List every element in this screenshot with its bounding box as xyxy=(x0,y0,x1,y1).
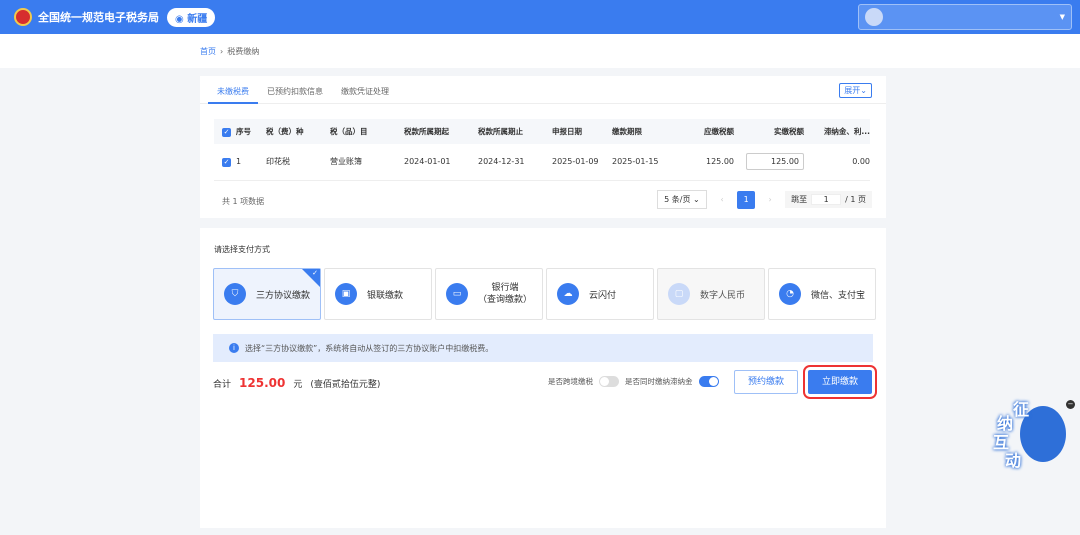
card-icon: ▣ xyxy=(335,283,357,305)
col-header: 序号 xyxy=(236,119,266,144)
col-header: 税（品）目 xyxy=(330,119,404,144)
cross-region-toggle[interactable] xyxy=(599,376,619,387)
row-checkbox[interactable]: ✓ xyxy=(222,157,231,167)
cell: 1 xyxy=(236,144,266,181)
page-button[interactable]: 1 xyxy=(737,190,756,209)
breadcrumb-home[interactable]: 首页 xyxy=(200,47,216,56)
page-size-label: 5 条/页 xyxy=(664,195,691,204)
tax-emblem-logo xyxy=(14,8,32,26)
mascot-char: 征 xyxy=(1013,400,1030,419)
unpaid-panel: 未缴税费 已预约扣款信息 缴款凭证处理 展开⌄ ✓ 序号 税（费）种 税（品）目… xyxy=(200,76,886,218)
col-header: 实缴税额 xyxy=(734,119,804,144)
chevron-down-icon: ▼ xyxy=(1059,13,1065,21)
avatar xyxy=(865,8,883,26)
method-unionpay[interactable]: ▣ 银联缴款 xyxy=(324,268,432,320)
payment-label: 请选择支付方式 xyxy=(214,245,270,254)
breadcrumb: 首页 › 税费缴纳 xyxy=(0,34,1080,68)
mascot-char: 动 xyxy=(1005,451,1022,470)
method-label: 微信、支付宝 xyxy=(811,290,866,301)
col-header[interactable]: 税款所属期起 xyxy=(404,119,478,144)
total-count: 共 1 项数据 xyxy=(222,197,265,206)
total-amount: 125.00 xyxy=(239,376,286,390)
cell: 2024-12-31 xyxy=(478,144,552,181)
col-header: 滞纳金、利... xyxy=(804,119,870,144)
check-icon: ✓ xyxy=(312,269,318,277)
expand-label: 展开 xyxy=(844,86,861,95)
info-icon: i xyxy=(229,343,239,353)
total-label: 合计 xyxy=(213,379,232,390)
top-bar: 全国统一规范电子税务局 ◉ 新疆 ▼ xyxy=(0,0,1080,34)
tab-reserved[interactable]: 已预约扣款信息 xyxy=(258,76,332,104)
expand-button[interactable]: 展开⌄ xyxy=(839,83,872,98)
pay-now-button[interactable]: 立即缴款 xyxy=(803,365,877,399)
method-ecny[interactable]: ▢ 数字人民币 xyxy=(657,268,765,320)
method-tripartite[interactable]: ⛉ 三方协议缴款 ✓ xyxy=(213,268,321,320)
method-wechat-alipay[interactable]: ◔ 微信、支付宝 xyxy=(768,268,876,320)
jump-label: 跳至 xyxy=(791,195,808,204)
minimize-icon[interactable]: − xyxy=(1066,400,1075,409)
cell: 营业账簿 xyxy=(330,144,404,181)
method-label: 三方协议缴款 xyxy=(256,290,311,301)
total-unit: 元 xyxy=(293,379,303,390)
app-title: 全国统一规范电子税务局 xyxy=(38,11,159,24)
cloud-icon: ☁ xyxy=(557,283,579,305)
cell: 印花税 xyxy=(266,144,330,181)
method-label: 银行端 xyxy=(491,283,519,293)
cell: 2025-01-09 xyxy=(552,144,612,181)
prev-page-button[interactable]: ‹ xyxy=(713,191,731,209)
select-all-checkbox[interactable]: ✓ xyxy=(222,127,231,137)
col-header: 税（费）种 xyxy=(266,119,330,144)
payment-panel: 请选择支付方式 ⛉ 三方协议缴款 ✓ ▣ 银联缴款 ▭ 银行端 （查询缴款） ☁ 云闪付 ▢… xyxy=(200,228,886,528)
method-label: 银联缴款 xyxy=(367,290,404,301)
info-text: 选择“三方协议缴款”，系统将自动从签订的三方协议账户中扣缴税费。 xyxy=(245,343,494,353)
info-banner: i 选择“三方协议缴款”，系统将自动从签订的三方协议账户中扣缴税费。 xyxy=(213,334,873,362)
ecny-icon: ▢ xyxy=(668,283,690,305)
method-sub: （查询缴款） xyxy=(478,295,533,305)
region-label: 新疆 xyxy=(187,13,208,25)
wallet-icon: ▭ xyxy=(446,283,468,305)
wechat-alipay-icon: ◔ xyxy=(779,283,801,305)
region-selector[interactable]: ◉ 新疆 xyxy=(167,7,216,27)
page-total: / 1 页 xyxy=(845,195,866,204)
tab-unpaid[interactable]: 未缴税费 xyxy=(208,76,258,104)
late-fee-label: 是否同时缴纳滞纳金 xyxy=(625,377,693,386)
total-summary: 合计 125.00 元 (壹佰贰拾伍元整) xyxy=(213,376,380,390)
col-header[interactable]: 税款所属期止 xyxy=(478,119,552,144)
method-label: 云闪付 xyxy=(589,290,617,301)
page-size-select[interactable]: 5 条/页 ⌄ xyxy=(657,190,708,209)
cross-region-label: 是否跨境缴税 xyxy=(548,377,593,386)
method-bank[interactable]: ▭ 银行端 （查询缴款） xyxy=(435,268,543,320)
shield-icon: ⛉ xyxy=(224,283,246,305)
cell: 125.00 xyxy=(682,144,734,181)
tax-table: ✓ 序号 税（费）种 税（品）目 税款所属期起 税款所属期止 申报日期 缴款期限… xyxy=(214,119,870,181)
interaction-mascot[interactable]: 征 纳 互 动 xyxy=(985,398,1067,470)
total-text: (壹佰贰拾伍元整) xyxy=(310,379,381,390)
table-row: ✓ 1 印花税 营业账簿 2024-01-01 2024-12-31 2025-… xyxy=(214,144,870,181)
reserve-payment-button[interactable]: 预约缴款 xyxy=(734,370,798,394)
method-quickpass[interactable]: ☁ 云闪付 xyxy=(546,268,654,320)
col-header[interactable]: 申报日期 xyxy=(552,119,612,144)
tab-voucher[interactable]: 缴款凭证处理 xyxy=(332,76,398,104)
late-fee-toggle[interactable] xyxy=(698,376,719,387)
cell: 2024-01-01 xyxy=(404,144,478,181)
jump-input[interactable]: 1 xyxy=(811,194,842,205)
cell: 2025-01-15 xyxy=(612,144,682,181)
method-label: 数字人民币 xyxy=(700,290,746,301)
pagination: 5 条/页 ⌄ ‹ 1 › 跳至 1/ 1 页 xyxy=(657,190,872,209)
col-header: 应缴税额 xyxy=(682,119,734,144)
actual-amount-input[interactable]: 125.00 xyxy=(746,153,804,171)
col-header[interactable]: 缴款期限 xyxy=(612,119,682,144)
breadcrumb-current: 税费缴纳 xyxy=(227,47,260,56)
user-menu[interactable]: ▼ xyxy=(858,4,1072,30)
next-page-button[interactable]: › xyxy=(761,191,779,209)
cell: 0.00 xyxy=(804,144,870,181)
